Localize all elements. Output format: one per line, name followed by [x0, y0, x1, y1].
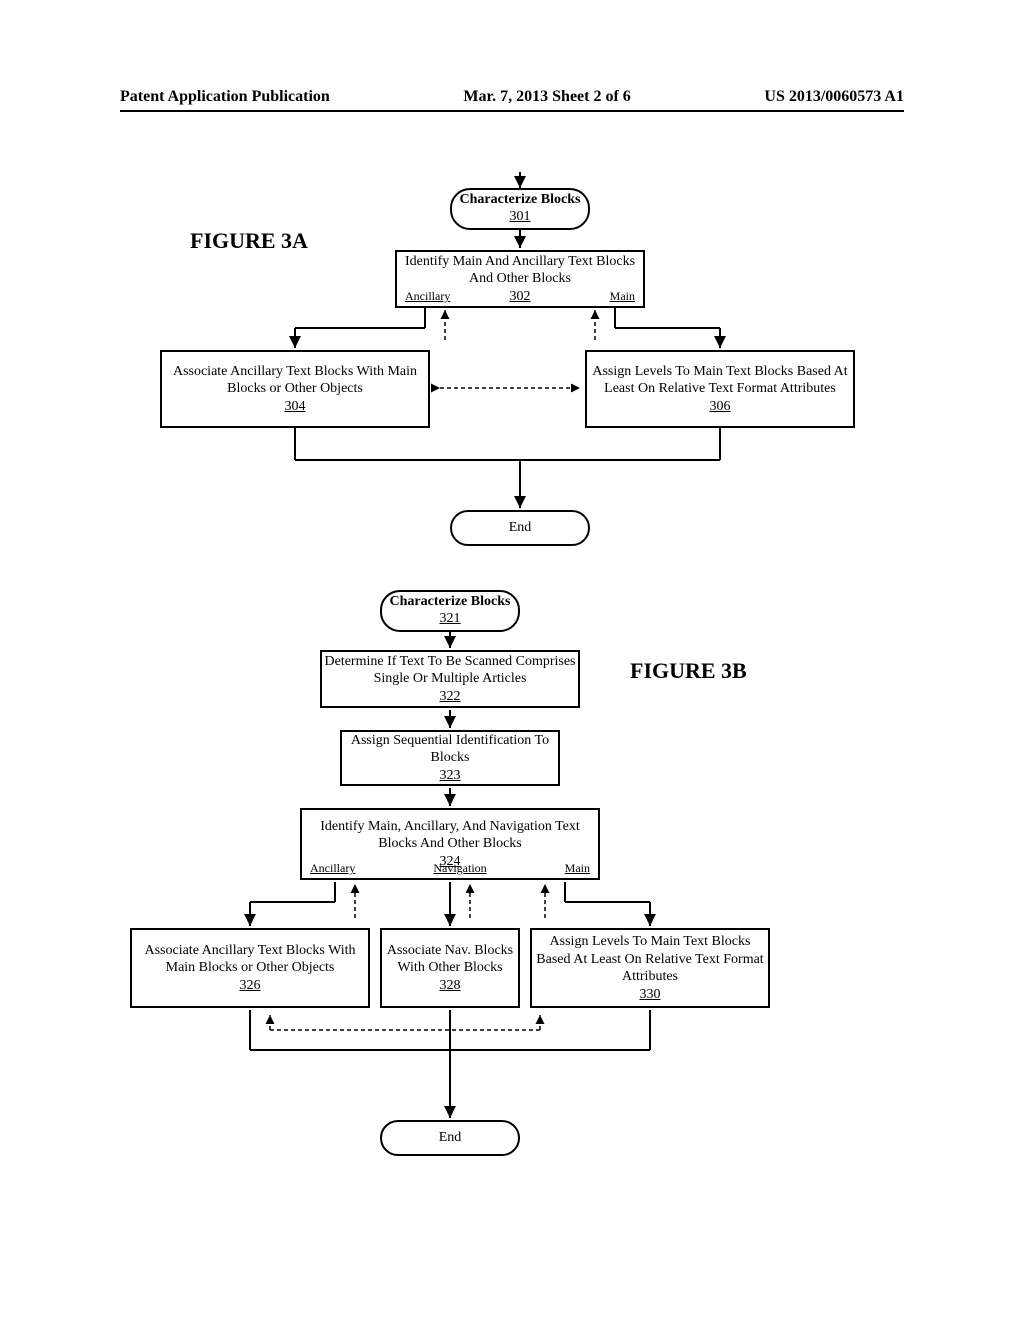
- diagram-canvas: FIGURE 3A Characterize Blocks 301 Identi…: [120, 110, 904, 1270]
- fig3b-322-num: 322: [322, 688, 578, 706]
- header-right: US 2013/0060573 A1: [764, 88, 904, 106]
- fig3a-box-304: Associate Ancillary Text Blocks With Mai…: [160, 350, 430, 428]
- fig3a-end-text: End: [452, 520, 588, 537]
- fig3b-328-num: 328: [382, 977, 518, 995]
- fig3b-branch-ancillary: Ancillary: [310, 861, 355, 876]
- figure-3b-label: FIGURE 3B: [630, 658, 747, 684]
- fig3a-start-num: 301: [452, 209, 588, 226]
- fig3b-box-330: Assign Levels To Main Text Blocks Based …: [530, 928, 770, 1008]
- fig3b-323-text: Assign Sequential Identification To Bloc…: [342, 732, 558, 767]
- fig3b-branch-navigation: Navigation: [433, 861, 486, 876]
- fig3a-306-text: Assign Levels To Main Text Blocks Based …: [587, 363, 853, 398]
- fig3b-328-text: Associate Nav. Blocks With Other Blocks: [382, 942, 518, 977]
- fig3b-branch-main: Main: [565, 861, 590, 876]
- fig3b-330-text: Assign Levels To Main Text Blocks Based …: [532, 933, 768, 986]
- fig3b-start: Characterize Blocks 321: [380, 590, 520, 632]
- page-header: Patent Application Publication Mar. 7, 2…: [120, 88, 904, 112]
- fig3a-start: Characterize Blocks 301: [450, 188, 590, 230]
- fig3a-identify: Identify Main And Ancillary Text Blocks …: [395, 250, 645, 308]
- fig3a-306-num: 306: [587, 398, 853, 416]
- header-left: Patent Application Publication: [120, 88, 330, 106]
- fig3b-323-num: 323: [342, 767, 558, 785]
- fig3b-326-num: 326: [132, 977, 368, 995]
- fig3b-end-text: End: [382, 1130, 518, 1147]
- header-center: Mar. 7, 2013 Sheet 2 of 6: [463, 88, 630, 106]
- fig3b-identify: Identify Main, Ancillary, And Navigation…: [300, 808, 600, 880]
- fig3a-304-text: Associate Ancillary Text Blocks With Mai…: [162, 363, 428, 398]
- fig3a-branch-ancillary: Ancillary: [405, 289, 450, 304]
- fig3a-end: End: [450, 510, 590, 546]
- fig3a-identify-text: Identify Main And Ancillary Text Blocks …: [397, 253, 643, 288]
- fig3b-start-num: 321: [382, 611, 518, 628]
- fig3b-326-text: Associate Ancillary Text Blocks With Mai…: [132, 942, 368, 977]
- fig3b-330-num: 330: [532, 986, 768, 1004]
- fig3a-304-num: 304: [162, 398, 428, 416]
- fig3a-branch-main: Main: [610, 289, 635, 304]
- fig3b-step-322: Determine If Text To Be Scanned Comprise…: [320, 650, 580, 708]
- fig3b-box-328: Associate Nav. Blocks With Other Blocks …: [380, 928, 520, 1008]
- figure-3a-label: FIGURE 3A: [190, 228, 308, 254]
- fig3a-start-title: Characterize Blocks: [452, 192, 588, 209]
- fig3b-322-text: Determine If Text To Be Scanned Comprise…: [322, 653, 578, 688]
- fig3b-step-323: Assign Sequential Identification To Bloc…: [340, 730, 560, 786]
- fig3b-start-title: Characterize Blocks: [382, 594, 518, 611]
- fig3b-box-326: Associate Ancillary Text Blocks With Mai…: [130, 928, 370, 1008]
- fig3b-identify-text: Identify Main, Ancillary, And Navigation…: [302, 818, 598, 853]
- fig3a-box-306: Assign Levels To Main Text Blocks Based …: [585, 350, 855, 428]
- fig3b-end: End: [380, 1120, 520, 1156]
